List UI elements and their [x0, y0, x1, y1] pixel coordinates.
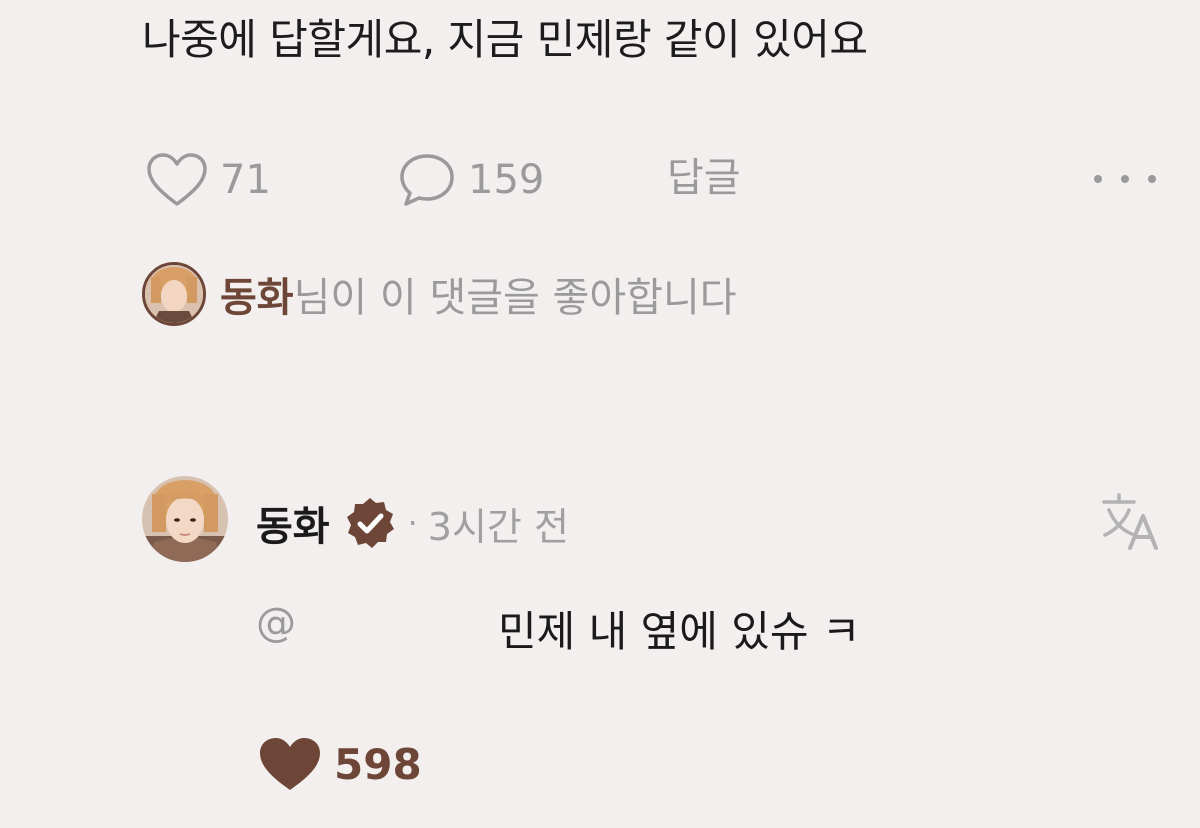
replies-button[interactable]: 159	[398, 152, 544, 208]
reply-like-button[interactable]: 598	[258, 736, 422, 792]
comment-bubble-icon	[400, 154, 454, 206]
reply-text: 민제 내 옆에 있슈 ㅋ	[498, 607, 861, 656]
verified-badge-icon	[346, 498, 394, 548]
heart-outline-icon	[147, 153, 207, 206]
creator-avatar-small[interactable]	[142, 262, 206, 326]
heart-filled-icon	[260, 738, 320, 790]
like-count: 71	[220, 157, 271, 203]
reply-author-name[interactable]: 동화	[256, 494, 330, 552]
meta-separator: ·	[407, 504, 418, 542]
reply-like-count: 598	[334, 739, 422, 789]
like-button[interactable]: 71	[146, 152, 271, 208]
mention-tag[interactable]: @	[256, 600, 296, 646]
liked-by-text: 님이 이 댓글을 좋아합니다	[293, 275, 737, 321]
reply-header: 동화 · 3시간 전	[256, 494, 569, 552]
liked-by-name[interactable]: 동화	[220, 265, 294, 323]
more-dots-icon[interactable]	[1090, 166, 1160, 192]
creator-liked-notice: 동화 님이 이 댓글을 좋아합니다	[142, 262, 737, 326]
reply-author-avatar[interactable]	[142, 476, 228, 562]
reply-button[interactable]: 답글	[667, 152, 741, 204]
reply-timestamp: 3시간 전	[427, 504, 569, 549]
reply-count: 159	[468, 157, 545, 203]
translate-icon[interactable]	[1100, 490, 1162, 552]
comment-text: 나중에 답할게요, 지금 민제랑 같이 있어요	[142, 15, 868, 64]
